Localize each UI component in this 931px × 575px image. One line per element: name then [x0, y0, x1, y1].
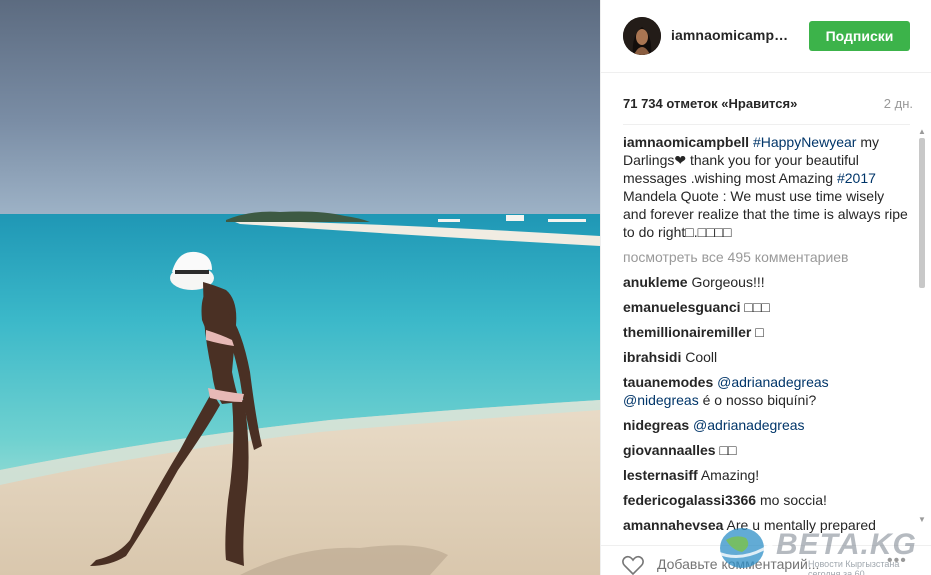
- comment-username[interactable]: ibrahsidi: [623, 349, 681, 365]
- comment-text: □□□: [744, 299, 770, 315]
- beach-photo-image: [0, 0, 600, 575]
- divider: [623, 124, 910, 125]
- comment-username[interactable]: nidegreas: [623, 417, 689, 433]
- list-item: federicogalassi3366 mo soccia!: [623, 491, 908, 509]
- post-header: iamnaomicamp… Подписки: [601, 0, 931, 73]
- list-item: nidegreas @adrianadegreas: [623, 416, 908, 434]
- follow-button[interactable]: Подписки: [809, 21, 910, 51]
- hashtag-link[interactable]: #2017: [837, 170, 876, 186]
- comment-username[interactable]: iamnaomicampbell: [623, 134, 749, 150]
- globe-icon: [715, 528, 773, 568]
- comment-username[interactable]: lesternasiff: [623, 467, 698, 483]
- list-item: ibrahsidi Cooll: [623, 348, 908, 366]
- scroll-up-arrow-icon[interactable]: ▲: [917, 128, 927, 136]
- comments-scrollbar[interactable]: ▲ ▼: [917, 128, 927, 528]
- caption: iamnaomicampbell #HappyNewyear my Darlin…: [623, 133, 908, 241]
- comment-text: é o nosso biquíni?: [698, 392, 817, 408]
- comment-username[interactable]: themillionairemiller: [623, 324, 751, 340]
- comment-username[interactable]: anukleme: [623, 274, 688, 290]
- mention-link[interactable]: @adrianadegreas: [693, 417, 805, 433]
- post-details-panel: iamnaomicamp… Подписки 71 734 отметок «Н…: [600, 0, 931, 575]
- mention-link[interactable]: @nidegreas: [623, 392, 699, 408]
- hashtag-link[interactable]: #HappyNewyear: [753, 134, 857, 150]
- watermark-subtitle: Новости Кыргызстана сегодня за 60: [808, 559, 900, 575]
- list-item: tauanemodes @adrianadegreas @nidegreas é…: [623, 373, 908, 409]
- comment-username[interactable]: amannahevsea: [623, 517, 723, 533]
- list-item: lesternasiff Amazing!: [623, 466, 908, 484]
- list-item: themillionairemiller □: [623, 323, 908, 341]
- post-photo[interactable]: [0, 0, 600, 575]
- comment-text: □□: [719, 442, 737, 458]
- comment-username[interactable]: emanuelesguanci: [623, 299, 741, 315]
- list-item: emanuelesguanci □□□: [623, 298, 908, 316]
- comment-username[interactable]: giovannaalles: [623, 442, 716, 458]
- comments-list: iamnaomicampbell #HappyNewyear my Darlin…: [623, 133, 908, 533]
- comment-text: Cooll: [685, 349, 718, 365]
- view-all-comments-link[interactable]: посмотреть все 495 комментариев: [623, 248, 908, 266]
- comment-username[interactable]: federicogalassi3366: [623, 492, 756, 508]
- comment-text: □: [755, 324, 764, 340]
- comment-text: Gorgeous!!!: [691, 274, 765, 290]
- avatar[interactable]: [623, 17, 661, 55]
- watermark-text: ВЕТА.KG: [776, 528, 917, 561]
- heart-icon[interactable]: [621, 554, 645, 575]
- comment-text: Amazing!: [700, 467, 760, 483]
- comment-text: mo soccia!: [759, 492, 827, 508]
- comment-username[interactable]: tauanemodes: [623, 374, 713, 390]
- comment-text: Mandela Quote : We must use time wisely …: [623, 188, 908, 240]
- likes-row: 71 734 отметок «Нравится» 2 дн.: [623, 96, 913, 114]
- likes-count[interactable]: 71 734 отметок «Нравится»: [623, 96, 797, 111]
- avatar-image: [623, 17, 661, 55]
- scroll-thumb[interactable]: [919, 138, 925, 288]
- post-username[interactable]: iamnaomicamp…: [671, 27, 788, 43]
- list-item: anukleme Gorgeous!!!: [623, 273, 908, 291]
- mention-link[interactable]: @adrianadegreas: [717, 374, 829, 390]
- post-time[interactable]: 2 дн.: [884, 96, 913, 111]
- watermark-logo: ВЕТА.KG Новости Кыргызстана сегодня за 6…: [712, 522, 931, 575]
- list-item: giovannaalles □□: [623, 441, 908, 459]
